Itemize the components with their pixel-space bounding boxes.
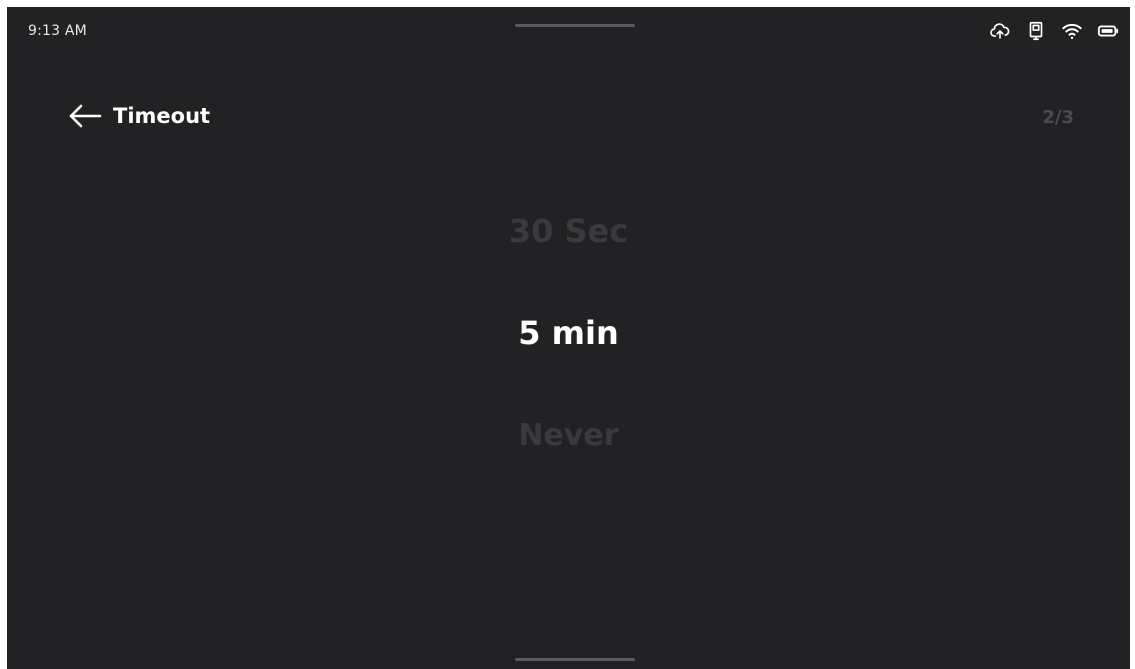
timeout-picker[interactable]: 30 Sec 5 min Never xyxy=(7,197,1130,497)
picker-option-30-sec[interactable]: 30 Sec xyxy=(7,212,1130,250)
status-icons xyxy=(989,20,1119,42)
device-icon xyxy=(1025,20,1047,42)
arrow-left-icon[interactable] xyxy=(67,103,103,129)
top-drag-handle[interactable] xyxy=(515,24,635,27)
cloud-upload-icon xyxy=(989,20,1011,42)
wifi-icon xyxy=(1061,20,1083,42)
picker-option-selected[interactable]: 5 min xyxy=(7,314,1130,352)
bottom-drag-handle[interactable] xyxy=(515,658,635,661)
page-indicator: 2/3 xyxy=(1042,107,1074,128)
status-time: 9:13 AM xyxy=(28,23,87,39)
device-screen: 9:13 AM Timeout 2/3 30 Sec 5 min Never xyxy=(7,7,1130,669)
back-button[interactable]: Timeout xyxy=(67,103,210,129)
battery-icon xyxy=(1097,20,1119,42)
page-title: Timeout xyxy=(113,104,211,128)
picker-option-never[interactable]: Never xyxy=(7,418,1130,453)
